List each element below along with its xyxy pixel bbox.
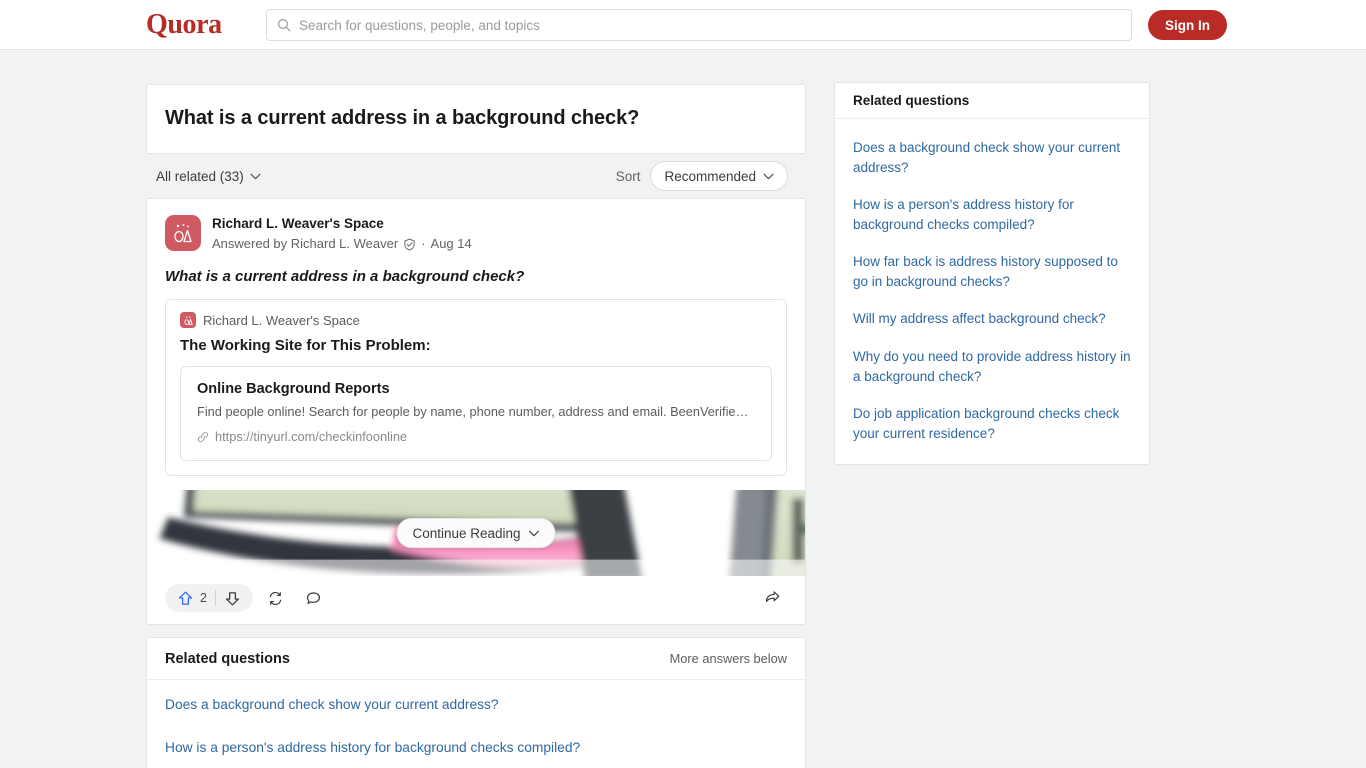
share-button[interactable] — [757, 584, 787, 612]
answered-by-label: Answered by Richard L. Weaver — [212, 236, 399, 252]
quora-logo[interactable]: Quora — [146, 9, 222, 41]
related-questions-title: Related questions — [165, 650, 290, 667]
ad-url[interactable]: https://tinyurl.com/checkinfoonline — [215, 429, 407, 444]
space-avatar[interactable] — [165, 215, 201, 251]
chevron-down-icon — [250, 173, 261, 179]
upvote-count: 2 — [200, 591, 207, 606]
sidebar: Related questions Does a background chec… — [834, 82, 1150, 466]
sort-dropdown[interactable]: Recommended — [650, 161, 788, 191]
answer-author-block: Richard L. Weaver's Space Answered by Ri… — [212, 215, 472, 254]
page-body: What is a current address in a backgroun… — [0, 50, 1366, 768]
downvote-button[interactable] — [216, 584, 249, 612]
page-title: What is a current address in a backgroun… — [165, 107, 640, 129]
related-questions-card: Related questions More answers below Doe… — [146, 637, 806, 768]
answer-date: Aug 14 — [430, 236, 472, 252]
top-navigation-bar: Quora Sign In — [0, 0, 1366, 50]
search-input[interactable] — [299, 17, 1121, 33]
all-related-dropdown[interactable]: All related (33) — [156, 169, 261, 184]
repost-button[interactable] — [261, 584, 291, 612]
chevron-down-icon — [529, 530, 540, 536]
vote-pill: 2 — [165, 584, 253, 613]
repost-cycle-icon — [270, 591, 282, 605]
sidebar-question-link[interactable]: Does a background check show your curren… — [835, 129, 1149, 186]
ad-link-card[interactable]: Online Background Reports Find people on… — [180, 366, 772, 462]
main-column: What is a current address in a backgroun… — [146, 84, 806, 768]
sort-value: Recommended — [664, 168, 756, 184]
ad-description: Find people online! Search for people by… — [197, 404, 749, 420]
search-icon — [277, 18, 291, 32]
search-bar[interactable] — [266, 9, 1132, 41]
downvote-arrow-icon — [225, 591, 240, 605]
ad-url-row: https://tinyurl.com/checkinfoonline — [197, 429, 755, 444]
related-question-link[interactable]: Does a background check show your curren… — [147, 684, 805, 727]
all-related-label: All related (33) — [156, 168, 244, 184]
question-card: What is a current address in a backgroun… — [146, 84, 806, 154]
answer-question-restated: What is a current address in a backgroun… — [165, 268, 525, 286]
comment-button[interactable] — [299, 584, 329, 612]
share-arrow-icon — [765, 590, 779, 602]
answer-image-preview: Continue Reading — [147, 490, 805, 577]
chevron-down-icon — [763, 173, 774, 179]
sidebar-header: Related questions — [835, 83, 1149, 119]
promoted-content-block: Richard L. Weaver's Space The Working Si… — [165, 299, 787, 477]
ad-title: Online Background Reports — [197, 381, 390, 398]
answer-header: Richard L. Weaver's Space Answered by Ri… — [147, 199, 805, 254]
upvote-button[interactable]: 2 — [169, 584, 215, 612]
answer-meta: Answered by Richard L. Weaver · Aug 14 — [212, 235, 472, 254]
comment-bubble-icon — [307, 591, 321, 604]
sort-group: Sort Recommended — [616, 161, 788, 191]
answer-card: Richard L. Weaver's Space Answered by Ri… — [146, 198, 806, 626]
sidebar-question-link[interactable]: Why do you need to provide address histo… — [835, 338, 1149, 395]
space-name[interactable]: Richard L. Weaver's Space — [212, 215, 472, 233]
ad-headline: The Working Site for This Problem: — [180, 337, 431, 355]
sidebar-related-questions-card: Related questions Does a background chec… — [834, 82, 1150, 466]
shield-badge-icon — [404, 238, 415, 251]
sidebar-question-link[interactable]: Do job application background checks che… — [835, 395, 1149, 452]
space-avatar-small — [180, 312, 196, 329]
sidebar-question-link[interactable]: Will my address affect background check? — [835, 300, 1149, 338]
ad-space-name[interactable]: Richard L. Weaver's Space — [203, 313, 360, 328]
more-answers-below-link[interactable]: More answers below — [670, 651, 787, 666]
sign-in-button[interactable]: Sign In — [1148, 10, 1227, 40]
ad-space-row: Richard L. Weaver's Space — [180, 312, 772, 329]
sidebar-title: Related questions — [853, 93, 970, 108]
continue-reading-button[interactable]: Continue Reading — [396, 518, 556, 549]
continue-reading-label: Continue Reading — [412, 525, 521, 541]
space-avatar-icon — [174, 224, 192, 243]
related-question-link[interactable]: How is a person's address history for ba… — [147, 727, 805, 768]
sidebar-question-list: Does a background check show your curren… — [835, 119, 1149, 464]
sort-label: Sort — [615, 168, 641, 184]
link-icon — [198, 431, 208, 442]
sidebar-question-link[interactable]: How is a person's address history for ba… — [835, 186, 1149, 243]
related-questions-header: Related questions More answers below — [147, 638, 805, 681]
upvote-arrow-icon — [178, 591, 193, 605]
meta-separator: · — [421, 236, 426, 252]
related-questions-list: Does a background check show your curren… — [147, 680, 805, 768]
space-avatar-icon — [183, 315, 193, 325]
sidebar-question-link[interactable]: How far back is address history supposed… — [835, 243, 1149, 300]
answer-action-bar: 2 — [147, 576, 805, 624]
filter-bar: All related (33) Sort Recommended — [146, 154, 806, 198]
